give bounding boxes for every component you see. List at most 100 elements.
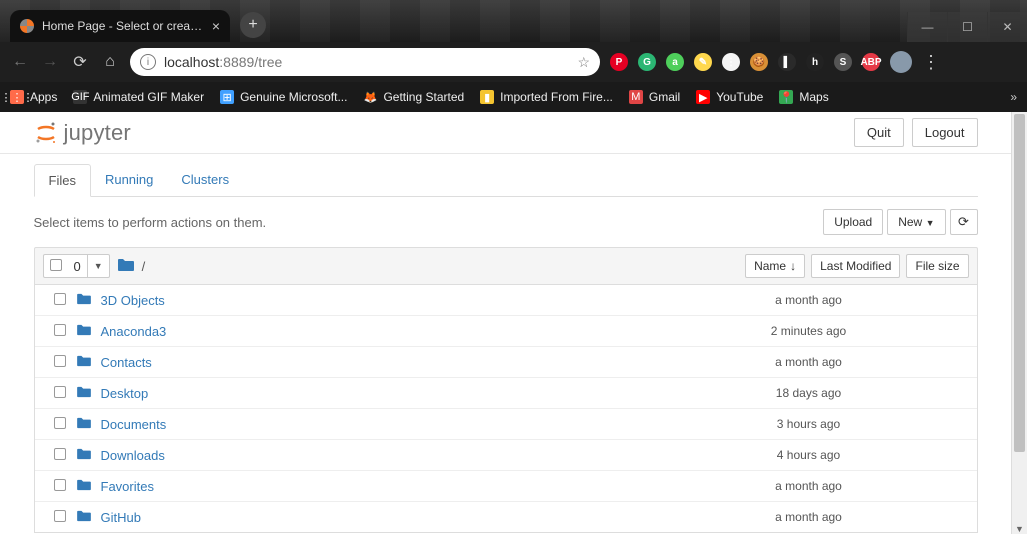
selected-count: 0 bbox=[68, 259, 87, 274]
table-row: Desktop18 days ago bbox=[35, 377, 977, 408]
sort-size-button[interactable]: File size bbox=[906, 254, 968, 278]
bookmark-icon: M bbox=[629, 90, 643, 104]
row-checkbox[interactable] bbox=[54, 386, 66, 398]
notebook-tabs: FilesRunningClusters bbox=[34, 164, 978, 197]
tab-title: Home Page - Select or create a n bbox=[42, 19, 204, 33]
browser-menu-button[interactable]: ⋮ bbox=[922, 52, 940, 73]
select-all-checkbox[interactable] bbox=[50, 259, 62, 271]
tab-files[interactable]: Files bbox=[34, 164, 91, 197]
new-dropdown[interactable]: New ▼ bbox=[887, 209, 945, 235]
row-checkbox-cell bbox=[43, 324, 77, 339]
jupyter-logo-text: jupyter bbox=[64, 120, 131, 146]
bookmark-label: Maps bbox=[799, 90, 828, 104]
sort-name-button[interactable]: Name ↓ bbox=[745, 254, 805, 278]
window-close-button[interactable]: ✕ bbox=[987, 12, 1027, 42]
extension-icon[interactable]: G bbox=[638, 53, 656, 71]
extension-icon[interactable]: ABP bbox=[862, 53, 880, 71]
table-row: Documents 3 hours ago bbox=[35, 408, 977, 439]
refresh-button[interactable]: ⟳ bbox=[950, 209, 978, 235]
extension-icon[interactable]: S bbox=[834, 53, 852, 71]
bookmark-icon: GIF bbox=[73, 90, 87, 104]
bookmark-label: Imported From Fire... bbox=[500, 90, 613, 104]
profile-avatar[interactable] bbox=[890, 51, 912, 73]
bookmark-icon: ▮ bbox=[480, 90, 494, 104]
folder-icon[interactable] bbox=[118, 258, 134, 275]
bookmark-label: YouTube bbox=[716, 90, 763, 104]
tab-favicon bbox=[20, 19, 34, 33]
bookmark-label: Animated GIF Maker bbox=[93, 90, 204, 104]
row-checkbox[interactable] bbox=[54, 479, 66, 491]
upload-button[interactable]: Upload bbox=[823, 209, 883, 235]
row-checkbox[interactable] bbox=[54, 293, 66, 305]
item-name-link[interactable]: Anaconda3 bbox=[101, 324, 167, 339]
folder-icon bbox=[77, 416, 95, 432]
item-name-link[interactable]: Downloads bbox=[101, 448, 165, 463]
item-modified: 3 hours ago bbox=[719, 417, 899, 431]
vertical-scrollbar[interactable]: ▲ ▼ bbox=[1011, 112, 1027, 534]
nav-home-button[interactable]: ⌂ bbox=[100, 53, 120, 71]
item-name-link[interactable]: Desktop bbox=[101, 386, 149, 401]
bookmarks-bar: ⋮⋮⋮Apps GIF Animated GIF Maker ⊞Genuine Mic… bbox=[0, 82, 1027, 112]
quit-button[interactable]: Quit bbox=[854, 118, 904, 147]
bookmark-item[interactable]: 📍 Maps bbox=[779, 90, 828, 104]
bookmark-icon: 📍 bbox=[779, 90, 793, 104]
extension-icon[interactable]: ⋮ bbox=[722, 53, 740, 71]
bookmark-item[interactable]: ▶YouTube bbox=[696, 90, 763, 104]
jupyter-logo[interactable]: jupyter bbox=[34, 120, 131, 146]
omnibox[interactable]: i localhost:8889/tree ☆ bbox=[130, 48, 600, 76]
bookmarks-overflow-icon[interactable]: » bbox=[1010, 90, 1017, 104]
row-checkbox[interactable] bbox=[54, 448, 66, 460]
nav-forward-button[interactable]: → bbox=[40, 53, 60, 71]
row-checkbox-cell bbox=[43, 448, 77, 463]
window-maximize-button[interactable]: ☐ bbox=[947, 12, 987, 42]
new-tab-button[interactable]: + bbox=[240, 12, 266, 38]
scroll-down-icon[interactable]: ▼ bbox=[1012, 524, 1027, 534]
browser-tab-strip: Home Page - Select or create a n × + — ☐… bbox=[0, 0, 1027, 42]
sort-modified-button[interactable]: Last Modified bbox=[811, 254, 900, 278]
bookmark-item[interactable]: ⊞Genuine Microsoft... bbox=[220, 90, 347, 104]
bookmark-star-icon[interactable]: ☆ bbox=[577, 54, 590, 71]
extension-icon[interactable]: P bbox=[610, 53, 628, 71]
bookmark-item[interactable]: 🦊Getting Started bbox=[363, 90, 464, 104]
bookmark-item[interactable]: ⋮⋮⋮Apps bbox=[10, 90, 57, 104]
table-row: Downloads4 hours ago bbox=[35, 439, 977, 470]
item-name-link[interactable]: 3D Objects bbox=[101, 293, 165, 308]
nav-back-button[interactable]: ← bbox=[10, 53, 30, 71]
jupyter-logo-icon bbox=[34, 121, 58, 145]
site-info-icon[interactable]: i bbox=[140, 54, 156, 70]
close-tab-icon[interactable]: × bbox=[212, 18, 220, 34]
row-checkbox[interactable] bbox=[54, 355, 66, 367]
bookmark-icon: 🦊 bbox=[363, 90, 377, 104]
row-checkbox[interactable] bbox=[54, 324, 66, 336]
tab-clusters[interactable]: Clusters bbox=[167, 164, 243, 196]
caret-down-icon[interactable]: ▼ bbox=[87, 255, 109, 277]
bookmark-item[interactable]: MGmail bbox=[629, 90, 680, 104]
logout-button[interactable]: Logout bbox=[912, 118, 978, 147]
row-checkbox[interactable] bbox=[54, 417, 66, 429]
folder-icon bbox=[77, 447, 95, 463]
browser-tab[interactable]: Home Page - Select or create a n × bbox=[10, 10, 230, 42]
extension-icon[interactable]: ✎ bbox=[694, 53, 712, 71]
item-modified: 2 minutes ago bbox=[719, 324, 899, 338]
window-controls: — ☐ ✕ bbox=[907, 12, 1027, 42]
item-name-link[interactable]: GitHub bbox=[101, 510, 141, 525]
row-checkbox[interactable] bbox=[54, 510, 66, 522]
nav-reload-button[interactable]: ⟳ bbox=[70, 52, 90, 72]
extension-icon[interactable]: 🍪 bbox=[750, 53, 768, 71]
tab-running[interactable]: Running bbox=[91, 164, 167, 196]
row-checkbox-cell bbox=[43, 417, 77, 432]
bookmark-item[interactable]: GIF Animated GIF Maker bbox=[73, 90, 204, 104]
extension-icon[interactable]: ▌ bbox=[778, 53, 796, 71]
extension-icon[interactable]: a bbox=[666, 53, 684, 71]
list-header: 0 ▼ / Name ↓ Last Modified File size bbox=[34, 247, 978, 285]
item-name-link[interactable]: Contacts bbox=[101, 355, 152, 370]
extension-icon[interactable]: h bbox=[806, 53, 824, 71]
select-all-dropdown[interactable]: 0 ▼ bbox=[43, 254, 110, 278]
item-name-link[interactable]: Favorites bbox=[101, 479, 154, 494]
breadcrumb[interactable]: / bbox=[142, 259, 146, 274]
bookmark-item[interactable]: ▮ Imported From Fire... bbox=[480, 90, 613, 104]
scroll-thumb[interactable] bbox=[1014, 114, 1025, 452]
window-minimize-button[interactable]: — bbox=[907, 12, 947, 42]
item-name-link[interactable]: Documents bbox=[101, 417, 167, 432]
extension-icons: PGa ✎ ⋮ 🍪 ▌ hS ABP bbox=[610, 53, 880, 71]
